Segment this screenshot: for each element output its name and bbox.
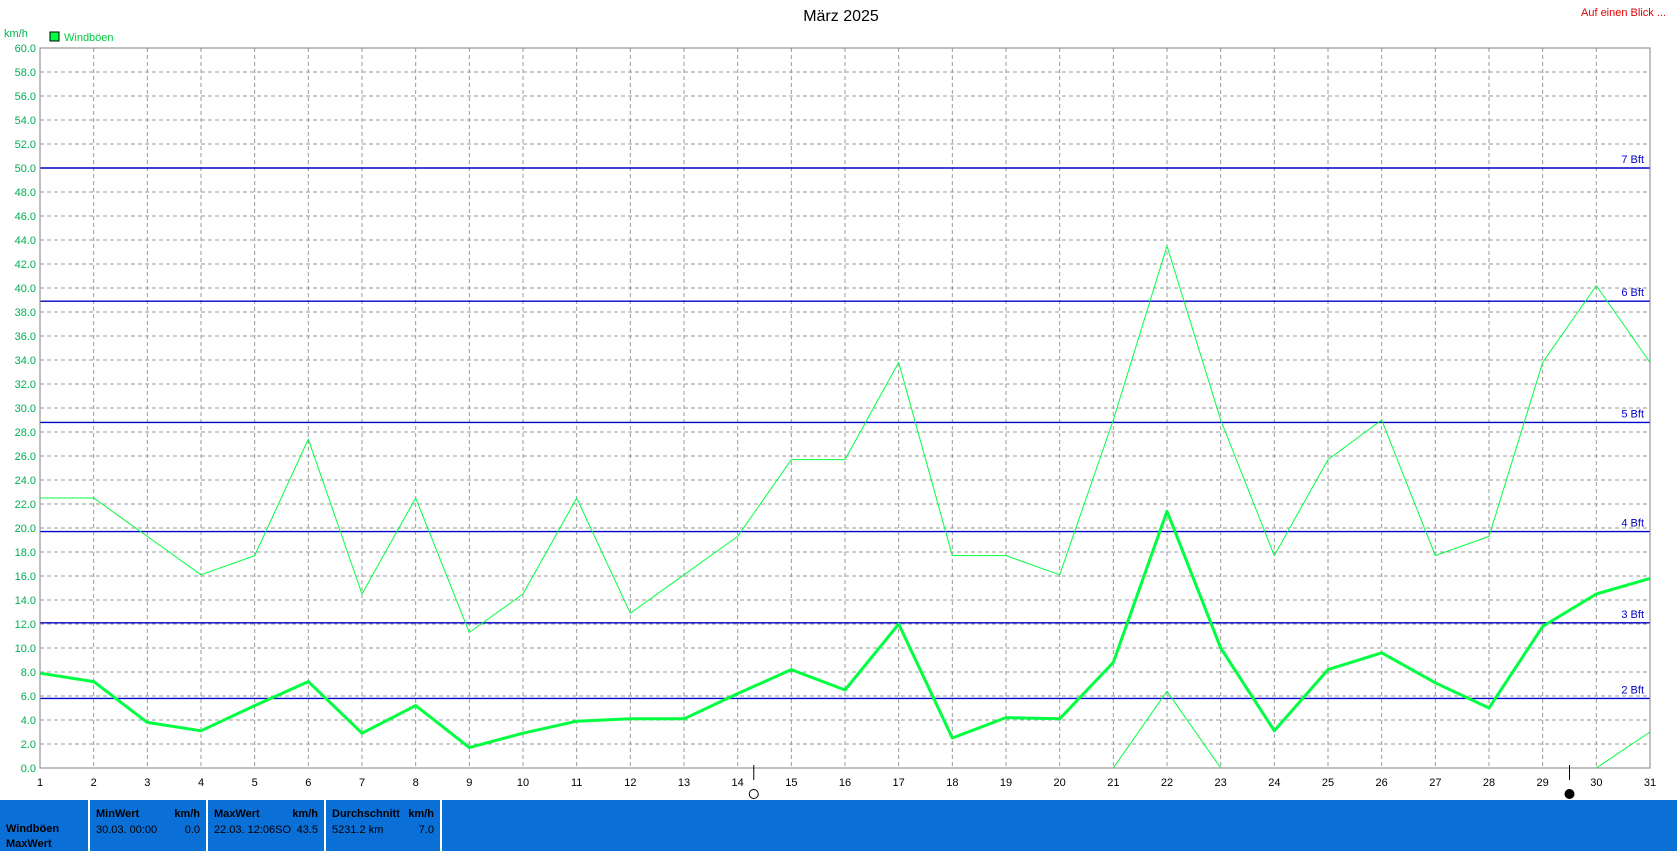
beaufort-label: 5 Bft [1621, 408, 1644, 420]
x-tick-label: 20 [1054, 777, 1066, 789]
series-line [1596, 731, 1651, 769]
new-moon-icon [1564, 789, 1575, 799]
statistics-panel: Windböen MaxWert MinWert km/h 30.03. 00:… [0, 800, 1677, 851]
x-tick-label: 5 [252, 777, 258, 789]
x-tick-label: 21 [1107, 777, 1119, 789]
stats-max-title: MaxWert [214, 808, 260, 820]
legend-swatch-windboeen [49, 31, 60, 42]
x-tick-label: 22 [1161, 777, 1173, 789]
y-tick-label: 52.0 [15, 139, 36, 151]
y-tick-label: 14.0 [15, 595, 36, 607]
y-tick-label: 58.0 [15, 67, 36, 79]
x-tick-label: 31 [1644, 777, 1656, 789]
x-tick-label: 9 [466, 777, 472, 789]
x-tick-label: 26 [1376, 777, 1388, 789]
y-tick-label: 28.0 [15, 427, 36, 439]
stats-max-unit: km/h [292, 808, 318, 820]
y-tick-label: 46.0 [15, 211, 36, 223]
x-tick-label: 15 [785, 777, 797, 789]
stats-avg-title: Durchschnitt [332, 808, 400, 820]
stats-min-title: MinWert [96, 808, 140, 820]
x-tick-label: 27 [1429, 777, 1441, 789]
stats-row-labels: Windböen MaxWert [6, 822, 59, 852]
x-ticks: 1 2 3 4 5 6 7 8 9 10 11 12 13 14 15 16 17 18 19 20 21 22 23 24 2… [37, 777, 1656, 789]
x-tick-label: 3 [144, 777, 150, 789]
x-tick-label: 18 [946, 777, 958, 789]
stats-min-box: MinWert km/h 30.03. 00:00 0.0 [88, 800, 206, 851]
stats-avg-box: Durchschnitt km/h 5231.2 km 7.0 [324, 800, 442, 851]
legend-label-windboeen: Windböen [64, 32, 114, 44]
y-ticks: 0.0 2.0 4.0 6.0 8.0 10.0 12.0 14.0 16.0 18.0 20.0 2… [15, 43, 36, 775]
chart-title: März 2025 [803, 8, 879, 25]
x-tick-label: 6 [305, 777, 311, 789]
y-tick-label: 22.0 [15, 499, 36, 511]
x-tick-label: 28 [1483, 777, 1495, 789]
stats-avg-distance: 5231.2 km [332, 824, 384, 836]
x-tick-label: 2 [91, 777, 97, 789]
y-tick-label: 20.0 [15, 523, 36, 535]
full-moon-icon [748, 789, 759, 799]
y-tick-label: 40.0 [15, 283, 36, 295]
y-tick-label: 56.0 [15, 91, 36, 103]
x-tick-label: 17 [893, 777, 905, 789]
x-tick-label: 11 [571, 777, 582, 789]
y-tick-label: 4.0 [21, 715, 36, 727]
x-tick-label: 8 [413, 777, 419, 789]
stats-label-windboeen: Windböen [6, 823, 60, 835]
x-tick-label: 13 [678, 777, 690, 789]
y-tick-label: 6.0 [21, 691, 36, 703]
stats-max-box: MaxWert km/h 22.03. 12:06SO 43.5 [206, 800, 324, 851]
stats-label-maxwert: MaxWert [6, 838, 52, 850]
x-tick-label: 4 [198, 777, 204, 789]
x-tick-label: 16 [839, 777, 851, 789]
x-tick-label: 24 [1268, 777, 1280, 789]
y-tick-label: 18.0 [15, 547, 36, 559]
auf-einen-blick-link[interactable]: Auf einen Blick ... [1581, 7, 1666, 19]
y-tick-label: 2.0 [21, 739, 36, 751]
y-tick-label: 34.0 [15, 355, 36, 367]
y-axis-unit-label: km/h [4, 28, 28, 40]
stats-avg-value: 7.0 [418, 824, 434, 836]
y-tick-label: 38.0 [15, 307, 36, 319]
y-tick-label: 48.0 [15, 187, 36, 199]
beaufort-label: 7 Bft [1621, 154, 1644, 166]
beaufort-label: 4 Bft [1621, 518, 1644, 530]
x-tick-label: 30 [1590, 777, 1602, 789]
stats-min-value: 0.0 [184, 824, 200, 836]
y-tick-label: 54.0 [15, 115, 36, 127]
y-tick-label: 36.0 [15, 331, 36, 343]
wind-chart: März 2025 Auf einen Blick ... km/h Windb… [4, 7, 1666, 799]
grid [40, 48, 1650, 768]
y-tick-label: 8.0 [21, 667, 36, 679]
beaufort-label: 3 Bft [1621, 609, 1644, 621]
beaufort-label: 6 Bft [1621, 287, 1644, 299]
stats-max-value: 43.5 [296, 824, 318, 836]
beaufort-label: 2 Bft [1621, 684, 1644, 696]
x-tick-label: 14 [732, 777, 744, 789]
stats-min-date: 30.03. 00:00 [96, 824, 158, 836]
x-tick-label: 12 [624, 777, 636, 789]
x-tick-label: 25 [1322, 777, 1334, 789]
x-tick-label: 10 [517, 777, 529, 789]
y-tick-label: 12.0 [15, 619, 36, 631]
x-tick-label: 29 [1537, 777, 1549, 789]
y-tick-label: 16.0 [15, 571, 36, 583]
y-tick-label: 42.0 [15, 259, 36, 271]
x-tick-label: 23 [1215, 777, 1227, 789]
y-tick-label: 10.0 [15, 643, 36, 655]
y-tick-label: 30.0 [15, 403, 36, 415]
x-tick-label: 19 [1000, 777, 1012, 789]
y-tick-label: 44.0 [15, 235, 36, 247]
stats-avg-unit: km/h [408, 808, 434, 820]
stats-min-unit: km/h [174, 808, 200, 820]
stats-max-date: 22.03. 12:06SO [214, 824, 292, 836]
y-tick-label: 32.0 [15, 379, 36, 391]
x-tick-label: 1 [37, 777, 43, 789]
x-tick-label: 7 [359, 777, 365, 789]
y-tick-label: 50.0 [15, 163, 36, 175]
y-tick-label: 24.0 [15, 475, 36, 487]
y-tick-label: 26.0 [15, 451, 36, 463]
y-tick-label: 60.0 [15, 43, 36, 55]
y-tick-label: 0.0 [21, 763, 36, 775]
